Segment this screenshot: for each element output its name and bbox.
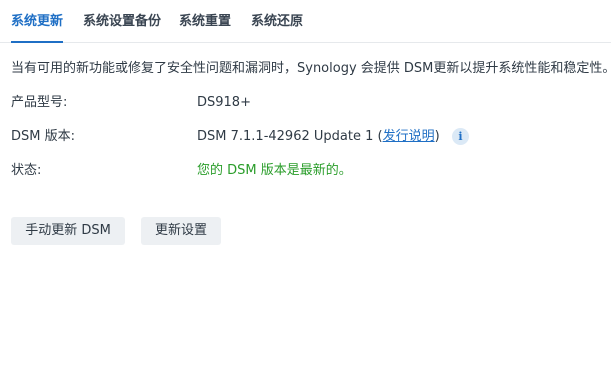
status-label: 状态: [11, 163, 42, 178]
dsm-version-label: DSM 版本: [11, 129, 75, 144]
dsm-version-value: DSM 7.1.1-42962 Update 1 (发行说明) [197, 128, 440, 146]
update-description: 当有可用的新功能或修复了安全性问题和漏洞时，Synology 会提供 DSM更新… [11, 61, 611, 76]
update-settings-button[interactable]: 更新设置 [141, 217, 221, 245]
tab-system-restore[interactable]: 系统还原 [251, 13, 303, 31]
tab-system-reset[interactable]: 系统重置 [179, 13, 231, 31]
model-value: DS918+ [197, 95, 251, 110]
tab-system-update[interactable]: 系统更新 [11, 13, 64, 43]
status-value: 您的 DSM 版本是最新的。 [197, 163, 352, 178]
info-icon[interactable]: i [452, 128, 469, 145]
tab-bar: 系统更新 系统设置备份 系统重置 系统还原 [0, 0, 611, 43]
manual-update-dsm-button[interactable]: 手动更新 DSM [11, 217, 125, 245]
release-notes-link[interactable]: 发行说明 [383, 129, 435, 144]
model-label: 产品型号: [11, 95, 68, 110]
dsm-version-close-paren: ) [434, 129, 440, 144]
tab-system-settings-backup[interactable]: 系统设置备份 [83, 13, 161, 31]
dsm-version-text: DSM 7.1.1-42962 Update 1 ( [197, 129, 383, 144]
